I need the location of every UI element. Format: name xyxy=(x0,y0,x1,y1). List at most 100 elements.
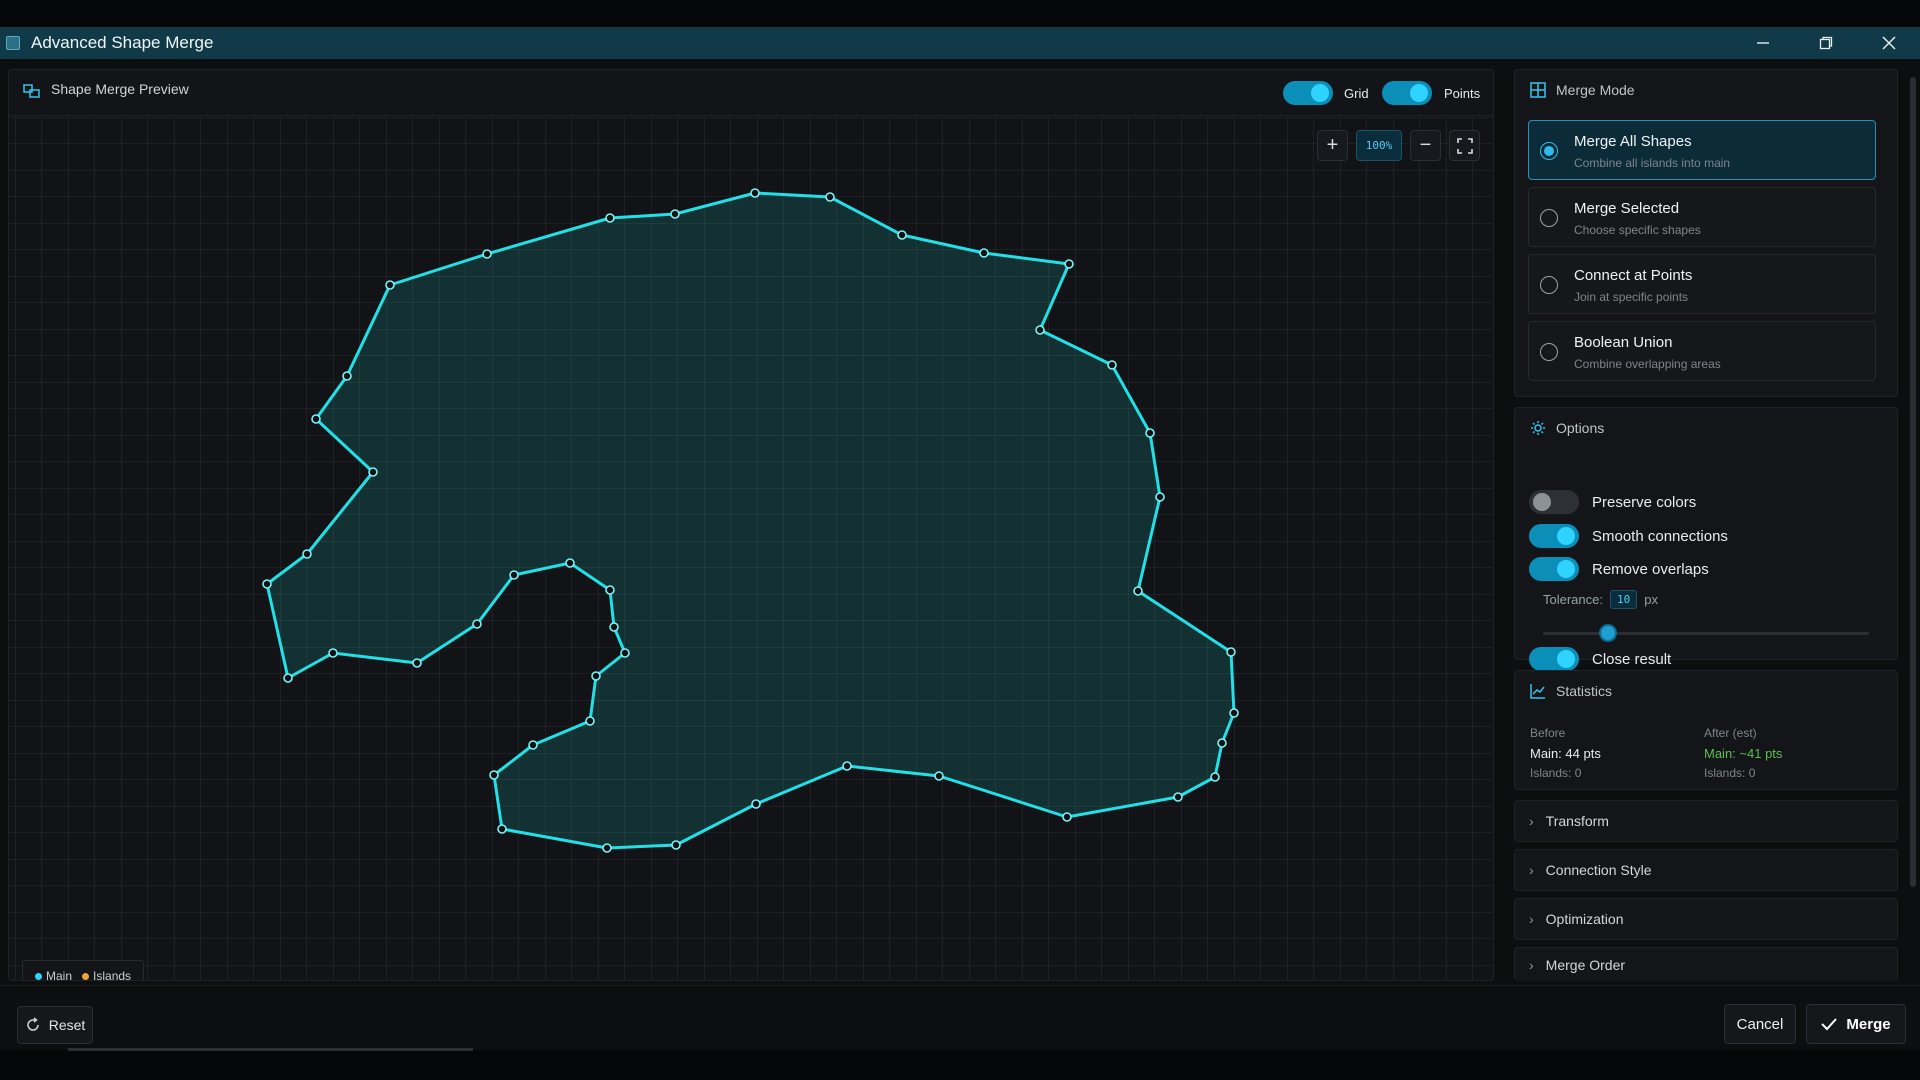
section-merge-order[interactable]: › Merge Order xyxy=(1514,947,1898,981)
shape-point[interactable] xyxy=(670,209,680,219)
shape-point[interactable] xyxy=(497,824,507,834)
radio-button[interactable] xyxy=(1540,142,1558,160)
shape-point[interactable] xyxy=(311,414,321,424)
shape-point[interactable] xyxy=(509,570,519,580)
cancel-label: Cancel xyxy=(1736,1015,1784,1033)
zoom-in-button[interactable]: + xyxy=(1317,130,1348,161)
zoom-out-button[interactable]: − xyxy=(1410,130,1441,161)
remove-overlaps-toggle[interactable] xyxy=(1529,557,1579,581)
shape-point[interactable] xyxy=(1035,325,1045,335)
shape-point[interactable] xyxy=(1217,738,1227,748)
mode-subtitle: Join at specific points xyxy=(1574,290,1689,304)
shape-point[interactable] xyxy=(602,843,612,853)
settings-sidebar: Merge Mode Merge All Shapes Combine all … xyxy=(1509,69,1920,981)
minimize-button[interactable] xyxy=(1731,27,1794,59)
shape-point[interactable] xyxy=(825,192,835,202)
legend-label: Main xyxy=(46,969,73,981)
shape-point[interactable] xyxy=(1173,792,1183,802)
toggle-knob xyxy=(1557,650,1575,668)
tolerance-input[interactable]: 10 xyxy=(1609,590,1638,609)
shape-point[interactable] xyxy=(1210,772,1220,782)
shape-point[interactable] xyxy=(1226,647,1236,657)
cancel-button[interactable]: Cancel xyxy=(1724,1004,1796,1044)
mode-connect-points[interactable]: Connect at Points Join at specific point… xyxy=(1528,254,1876,314)
section-optimization[interactable]: › Optimization xyxy=(1514,898,1898,940)
shape-point[interactable] xyxy=(528,740,538,750)
section-transform[interactable]: › Transform xyxy=(1514,800,1898,842)
shape-point[interactable] xyxy=(283,673,293,683)
smooth-connections-toggle[interactable] xyxy=(1529,524,1579,548)
shape-point[interactable] xyxy=(302,549,312,559)
mode-boolean-union[interactable]: Boolean Union Combine overlapping areas xyxy=(1528,321,1876,381)
shape-point[interactable] xyxy=(605,213,615,223)
merge-button[interactable]: Merge xyxy=(1806,1004,1906,1044)
shape-point[interactable] xyxy=(482,249,492,259)
section-label: Connection Style xyxy=(1545,862,1652,878)
radio-button[interactable] xyxy=(1540,343,1558,361)
shape-point[interactable] xyxy=(591,671,601,681)
reset-label: Reset xyxy=(48,1017,86,1033)
shape-point[interactable] xyxy=(565,558,575,568)
shape-point[interactable] xyxy=(489,770,499,780)
shape-point[interactable] xyxy=(609,622,619,632)
settings-icon xyxy=(1531,421,1545,435)
shape-point[interactable] xyxy=(1155,492,1165,502)
fit-view-button[interactable] xyxy=(1449,130,1480,161)
shape-point[interactable] xyxy=(1133,586,1143,596)
toggle-knob xyxy=(1311,84,1329,102)
shape-point[interactable] xyxy=(342,371,352,381)
preview-header: Shape Merge Preview Grid Points xyxy=(9,70,1493,116)
shape-point[interactable] xyxy=(385,280,395,290)
chevron-right-icon: › xyxy=(1529,813,1534,829)
legend-label: Islands xyxy=(93,969,132,981)
mode-merge-selected[interactable]: Merge Selected Choose specific shapes xyxy=(1528,187,1876,247)
preserve-colors-toggle[interactable] xyxy=(1529,490,1579,514)
statistics-header: Statistics xyxy=(1530,671,1612,711)
shape-point[interactable] xyxy=(750,188,760,198)
tolerance-slider[interactable] xyxy=(1543,624,1869,642)
preview-panel: Shape Merge Preview Grid Points + 100% −… xyxy=(8,69,1494,981)
shape-point[interactable] xyxy=(472,619,482,629)
shape-point[interactable] xyxy=(842,761,852,771)
shape-point[interactable] xyxy=(605,585,615,595)
restore-button[interactable] xyxy=(1794,27,1857,59)
shape-point[interactable] xyxy=(751,799,761,809)
shape-point[interactable] xyxy=(1145,428,1155,438)
before-label: Before xyxy=(1530,726,1566,740)
after-main: Main: ~41 pts xyxy=(1704,746,1783,761)
grid-icon xyxy=(1530,82,1546,98)
shape-point[interactable] xyxy=(368,467,378,477)
shape-point[interactable] xyxy=(620,648,630,658)
close-result-toggle[interactable] xyxy=(1529,647,1579,671)
shape-point[interactable] xyxy=(979,248,989,258)
shape-point[interactable] xyxy=(897,230,907,240)
chevron-right-icon: › xyxy=(1529,911,1534,927)
screen: Advanced Shape Merge Shape Merge Preview… xyxy=(0,0,1920,1080)
before-islands: Islands: 0 xyxy=(1530,766,1582,780)
radio-button[interactable] xyxy=(1540,209,1558,227)
grid-toggle[interactable] xyxy=(1283,81,1333,105)
merge-mode-panel: Merge Mode Merge All Shapes Combine all … xyxy=(1514,69,1898,397)
shape-point[interactable] xyxy=(412,658,422,668)
section-connection-style[interactable]: › Connection Style xyxy=(1514,849,1898,891)
after-label: After (est) xyxy=(1704,726,1757,740)
points-toggle[interactable] xyxy=(1382,81,1432,105)
shape-point[interactable] xyxy=(671,840,681,850)
close-button[interactable] xyxy=(1857,27,1920,59)
legend-dot xyxy=(35,973,42,980)
shape-point[interactable] xyxy=(1107,360,1117,370)
shape-point[interactable] xyxy=(585,716,595,726)
sidebar-scrollbar[interactable] xyxy=(1910,77,1916,887)
mode-merge-all[interactable]: Merge All Shapes Combine all islands int… xyxy=(1528,120,1876,180)
shapes-icon xyxy=(23,84,40,98)
dialog-footer: Reset Cancel Merge xyxy=(0,985,1920,1050)
radio-button[interactable] xyxy=(1540,276,1558,294)
reset-button[interactable]: Reset xyxy=(17,1006,93,1044)
shape-point[interactable] xyxy=(934,771,944,781)
shape-point[interactable] xyxy=(328,648,338,658)
shape-point[interactable] xyxy=(262,579,272,589)
shape-point[interactable] xyxy=(1064,259,1074,269)
shape-point[interactable] xyxy=(1229,708,1239,718)
preview-canvas[interactable] xyxy=(9,117,1494,981)
shape-point[interactable] xyxy=(1062,812,1072,822)
